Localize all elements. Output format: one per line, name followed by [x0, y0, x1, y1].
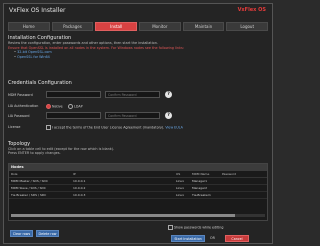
license-row: License I accept the terms of the End Us… [8, 123, 268, 131]
mdm-password-label: MDM Password [8, 93, 33, 97]
scrollbar-thumb[interactable] [11, 214, 235, 217]
lia-auth-ldap-radio[interactable]: LDAP [68, 103, 83, 109]
installation-section: Installation Configuration Review the co… [8, 35, 268, 59]
column-header: Role [11, 172, 18, 176]
help-icon[interactable]: ? [165, 112, 172, 119]
checkbox-icon [46, 124, 51, 130]
mdm-confirm-password-field[interactable]: Confirm Password [105, 91, 160, 98]
horizontal-scrollbar[interactable] [11, 214, 265, 217]
mdm-password-field[interactable] [46, 91, 101, 98]
tab-logout[interactable]: Logout [226, 22, 269, 31]
cancel-button[interactable]: Cancel [225, 235, 249, 242]
column-header: IP [73, 172, 76, 176]
column-header [130, 171, 176, 177]
openssl-64-link[interactable]: OpenSSL for Win64 [17, 55, 50, 59]
delete-row-button[interactable]: Delete row [36, 230, 59, 237]
start-installation-button[interactable]: Start Installation [171, 235, 205, 242]
show-passwords-checkbox[interactable]: Show passwords while editing [168, 224, 223, 230]
clear-rows-button[interactable]: Clear rows [10, 230, 33, 237]
credentials-heading: Credentials Configuration [8, 80, 72, 86]
lia-password-field[interactable] [46, 112, 101, 119]
tab-home[interactable]: Home [8, 22, 50, 31]
column-header: Password [222, 172, 237, 176]
checkbox-icon [168, 224, 173, 230]
lia-auth-native-radio[interactable]: Native [46, 103, 63, 109]
topology-hint-2: Press ENTER to apply changes. [8, 151, 61, 156]
lia-auth-row: LIA Authentication Native LDAP [8, 102, 268, 110]
topology-section: Topology Click on a table cell to edit (… [8, 141, 268, 155]
column-header: OS [176, 172, 181, 176]
installer-window: VxFlex OS Installer VxFlex OS Home Packa… [3, 3, 273, 244]
window-title: VxFlex OS Installer [9, 7, 66, 14]
nodes-group-header: Nodes [9, 164, 267, 171]
table-row[interactable]: MDM Master / SDS / SDC 10.0.0.1 Linux Manag… [9, 178, 267, 185]
credentials-section: Credentials Configuration [8, 80, 268, 86]
view-eula-link[interactable]: View EULA [165, 125, 183, 129]
table-row[interactable]: Tie Breaker / SDS / SDC 10.0.0.3 Linux Tie-… [9, 192, 267, 199]
title-bar: VxFlex OS Installer VxFlex OS [4, 4, 272, 19]
lia-confirm-password-field[interactable]: Confirm Password [105, 112, 160, 119]
radio-unselected-icon [68, 103, 73, 109]
or-separator: OR [210, 236, 215, 240]
radio-selected-icon [46, 103, 51, 109]
help-icon[interactable]: ? [165, 91, 172, 98]
column-header: MDM Name [192, 172, 210, 176]
tab-install[interactable]: Install [95, 22, 138, 31]
installation-intro: Review the configuration, enter password… [8, 41, 158, 45]
tab-monitor[interactable]: Monitor [139, 22, 181, 31]
license-accept-checkbox[interactable]: I accept the terms of the End User Licen… [46, 124, 183, 130]
brand-logo: VxFlex OS [237, 7, 266, 13]
table-header: Role IP OS MDM Name Password [9, 171, 267, 178]
mdm-password-row: MDM Password Confirm Password ? [8, 91, 268, 99]
lia-auth-label: LIA Authentication [8, 104, 39, 108]
main-tabs: Home Packages Install Monitor Maintain L… [8, 22, 269, 31]
lia-password-row: LIA Password Confirm Password ? [8, 112, 268, 120]
table-row[interactable]: MDM Slave / SDS / SDC 10.0.0.2 Linux Manage… [9, 185, 267, 192]
tab-maintain[interactable]: Maintain [182, 22, 225, 31]
license-label: License [8, 125, 21, 129]
tab-packages[interactable]: Packages [51, 22, 94, 31]
lia-password-label: LIA Password [8, 114, 30, 118]
topology-table: Nodes Role IP OS MDM Name Password MDM M… [8, 163, 268, 221]
